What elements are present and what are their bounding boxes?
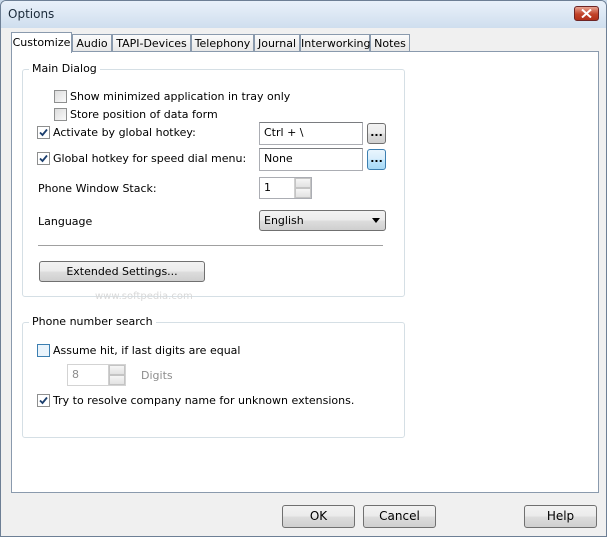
spinner-arrows[interactable]: [294, 178, 311, 198]
phone-window-stack-value: 1: [264, 181, 271, 194]
checkmark-icon: [39, 396, 48, 405]
main-dialog-group: Main Dialog Show minimized application i…: [22, 62, 405, 302]
checkmark-icon: [39, 128, 48, 137]
resolve-company-label[interactable]: Try to resolve company name for unknown …: [53, 394, 354, 407]
phone-window-stack-label: Phone Window Stack:: [38, 182, 157, 195]
show-minimized-checkbox[interactable]: [54, 90, 67, 103]
extended-settings-button[interactable]: Extended Settings...: [39, 261, 205, 282]
language-value: English: [264, 214, 304, 227]
spin-up-icon[interactable]: [109, 365, 125, 375]
spin-up-icon[interactable]: [295, 178, 311, 188]
dropdown-arrow-icon: [372, 218, 380, 223]
digits-label: Digits: [141, 369, 173, 382]
checkmark-icon: [39, 154, 48, 163]
language-select[interactable]: English: [259, 210, 386, 231]
cancel-button[interactable]: Cancel: [363, 505, 436, 528]
tab-interworking[interactable]: Interworking: [300, 34, 370, 52]
speed-dial-hotkey-label[interactable]: Global hotkey for speed dial menu:: [53, 152, 246, 165]
store-position-checkbox[interactable]: [54, 108, 67, 121]
language-label: Language: [38, 215, 93, 228]
main-dialog-title: Main Dialog: [29, 62, 100, 75]
spin-down-icon[interactable]: [295, 188, 311, 198]
title-bar[interactable]: Options: [1, 1, 606, 28]
tab-tapi-devices[interactable]: TAPI-Devices: [112, 34, 191, 52]
speed-dial-hotkey-field[interactable]: None: [259, 148, 363, 171]
speed-dial-hotkey-browse-button[interactable]: ...: [367, 149, 386, 170]
digits-spinner[interactable]: 8: [67, 364, 126, 386]
phone-window-stack-spinner[interactable]: 1: [259, 177, 312, 199]
assume-hit-label[interactable]: Assume hit, if last digits are equal: [53, 344, 240, 357]
activate-hotkey-browse-button[interactable]: ...: [367, 123, 386, 144]
options-window: Options Customize Audio TAPI-Devices Tel…: [0, 0, 607, 537]
window-title: Options: [8, 7, 55, 21]
speed-dial-hotkey-checkbox[interactable]: [37, 152, 50, 165]
show-minimized-label[interactable]: Show minimized application in tray only: [70, 90, 290, 103]
tab-journal[interactable]: Journal: [254, 34, 300, 52]
ok-button[interactable]: OK: [282, 505, 355, 528]
activate-hotkey-checkbox[interactable]: [37, 126, 50, 139]
assume-hit-checkbox[interactable]: [37, 344, 50, 357]
activate-hotkey-field[interactable]: Ctrl + \: [259, 122, 363, 145]
close-icon: [581, 9, 592, 18]
watermark: www.softpedia.com: [95, 291, 193, 302]
resolve-company-checkbox[interactable]: [37, 394, 50, 407]
tab-audio[interactable]: Audio: [72, 34, 112, 52]
spin-down-icon[interactable]: [109, 375, 125, 385]
activate-hotkey-label[interactable]: Activate by global hotkey:: [53, 126, 196, 139]
separator-line: [38, 245, 383, 247]
customize-panel: Main Dialog Show minimized application i…: [11, 51, 599, 493]
tab-customize[interactable]: Customize: [11, 32, 72, 53]
tab-notes[interactable]: Notes: [370, 34, 410, 52]
help-button[interactable]: Help: [524, 505, 597, 528]
phone-search-title: Phone number search: [29, 315, 156, 328]
tab-telephony[interactable]: Telephony: [191, 34, 254, 52]
phone-search-group: Phone number search Assume hit, if last …: [22, 315, 405, 438]
digits-value: 8: [72, 368, 79, 381]
spinner-arrows[interactable]: [108, 365, 125, 385]
store-position-label[interactable]: Store position of data form: [70, 108, 218, 121]
close-button[interactable]: [574, 6, 599, 21]
